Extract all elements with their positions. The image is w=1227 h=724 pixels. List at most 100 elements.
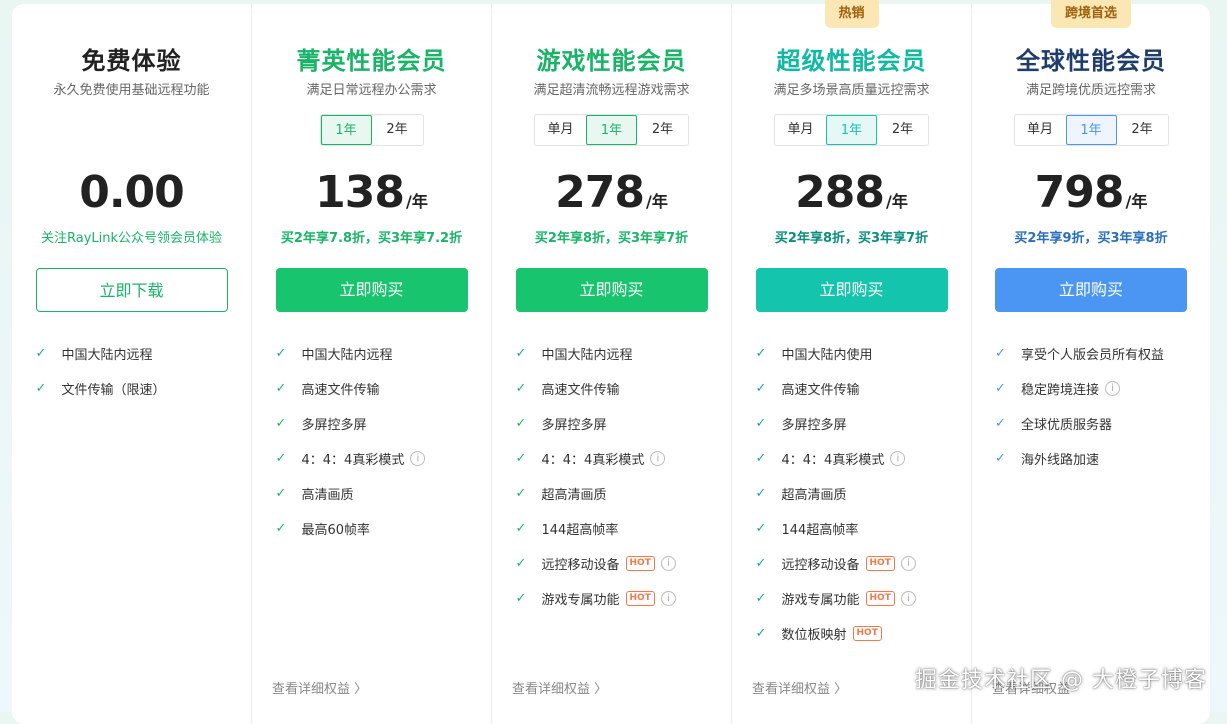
hot-badge: HOT	[865, 556, 895, 571]
plan-price: 798	[1034, 167, 1125, 218]
info-icon[interactable]: i	[650, 451, 666, 466]
plan-title: 免费体验	[81, 47, 182, 75]
view-details-link[interactable]: 查看详细权益 〉	[512, 678, 607, 697]
download-button[interactable]: 立即下载	[35, 268, 228, 312]
billing-period-tabs: 单月 1年 2年	[1013, 114, 1169, 146]
billing-tab[interactable]: 单月	[775, 115, 826, 145]
hot-badge: HOT	[852, 626, 882, 641]
check-icon: ✓	[755, 626, 767, 641]
billing-tab[interactable]: 2年	[637, 115, 688, 145]
plan-title: 全球性能会员	[1016, 47, 1166, 75]
check-icon: ✓	[755, 416, 767, 431]
billing-tab[interactable]: 1年	[1065, 115, 1117, 145]
check-icon: ✓	[515, 521, 527, 536]
watermark: 掘金技术社区 @ 大橙子博客	[915, 668, 1207, 693]
price-unit: /年	[406, 192, 428, 211]
feature-label: 文件传输（限速）	[61, 383, 166, 398]
feature-list: ✓ 中国大陆内远程 ✓ 高速文件传输 ✓ 多屏控多屏 ✓ 4：4：4真彩模式 i ✓ 高清画质 ✓ 最高…	[276, 336, 468, 546]
check-icon: ✓	[755, 486, 767, 501]
check-icon: ✓	[515, 451, 527, 466]
feature-label: 中国大陆内远程	[541, 348, 633, 363]
feature-list: ✓ 中国大陆内使用 ✓ 高速文件传输 ✓ 多屏控多屏 ✓ 4：4：4真彩模式 i ✓ 超高清画质 ✓ 1…	[756, 336, 948, 651]
check-icon: ✓	[275, 521, 287, 536]
check-icon: ✓	[755, 346, 767, 361]
billing-period-tabs: 单月 1年 2年	[534, 114, 689, 146]
check-icon: ✓	[515, 591, 527, 606]
feature-label: 数位板映射	[781, 628, 847, 643]
price-unit: /年	[646, 192, 668, 211]
feature-item: ✓ 144超高帧率	[756, 511, 948, 546]
plan-column: 跨境首选 全球性能会员 满足跨境优质远控需求 单月 1年 2年 798/年 买2年享9折，买3…	[972, 0, 1210, 724]
check-icon: ✓	[35, 346, 47, 361]
feature-label: 4：4：4真彩模式	[781, 453, 885, 468]
feature-label: 高速文件传输	[781, 383, 860, 398]
info-icon[interactable]: i	[890, 451, 906, 466]
plan-title: 菁英性能会员	[296, 47, 447, 75]
billing-tab[interactable]: 单月	[1015, 115, 1066, 145]
check-icon: ✓	[995, 451, 1006, 466]
billing-tab[interactable]: 2年	[1117, 115, 1168, 145]
check-icon: ✓	[995, 346, 1006, 361]
plan-title: 超级性能会员	[776, 47, 927, 75]
info-icon[interactable]: i	[1105, 381, 1121, 396]
check-icon: ✓	[755, 556, 767, 571]
buy-button[interactable]: 立即购买	[755, 268, 948, 312]
buy-button[interactable]: 立即购买	[275, 268, 468, 312]
check-icon: ✓	[515, 416, 527, 431]
feature-item: ✓ 海外线路加速	[995, 441, 1187, 476]
billing-tab[interactable]: 1年	[586, 115, 637, 145]
view-details-link[interactable]: 查看详细权益 〉	[272, 678, 367, 697]
billing-tab[interactable]: 1年	[826, 115, 877, 145]
feature-label: 超高清画质	[781, 488, 847, 503]
feature-label: 远控移动设备	[781, 558, 860, 573]
feature-label: 全球优质服务器	[1021, 418, 1113, 433]
feature-item: ✓ 最高60帧率	[276, 511, 468, 546]
feature-label: 超高清画质	[541, 488, 607, 503]
feature-item: ✓ 多屏控多屏	[276, 406, 468, 441]
billing-tab[interactable]: 1年	[320, 115, 372, 145]
feature-item: ✓ 超高清画质	[756, 476, 948, 511]
feature-item: ✓ 游戏专属功能 HOT i	[756, 581, 948, 616]
info-icon[interactable]: i	[900, 591, 916, 606]
pricing-panel: 免费体验 永久免费使用基础远程功能 0.00 关注RayLink公众号领会员体验 立即下…	[12, 0, 1210, 724]
feature-item: ✓ 中国大陆内远程	[516, 336, 708, 371]
info-icon[interactable]: i	[410, 451, 426, 466]
check-icon: ✓	[515, 486, 527, 501]
check-icon: ✓	[995, 381, 1006, 396]
price-row: 798/年	[1035, 168, 1148, 218]
plan-column: 免费体验 永久免费使用基础远程功能 0.00 关注RayLink公众号领会员体验 立即下…	[12, 4, 252, 724]
billing-tab[interactable]: 单月	[535, 115, 586, 145]
info-icon[interactable]: i	[660, 556, 676, 571]
plan-subtitle: 满足多场景高质量远控需求	[773, 83, 930, 98]
price-unit: /年	[1125, 192, 1148, 211]
check-icon: ✓	[515, 556, 527, 571]
billing-period-tabs: 单月 1年 2年	[774, 114, 929, 146]
check-icon: ✓	[515, 381, 527, 396]
buy-button[interactable]: 立即购买	[515, 268, 708, 312]
check-icon: ✓	[515, 346, 527, 361]
feature-label: 游戏专属功能	[541, 593, 620, 608]
feature-label: 中国大陆内远程	[301, 348, 393, 363]
feature-item: ✓ 高速文件传输	[276, 371, 468, 406]
buy-button[interactable]: 立即购买	[995, 268, 1187, 312]
check-icon: ✓	[275, 451, 287, 466]
check-icon: ✓	[275, 416, 287, 431]
feature-item: ✓ 文件传输（限速）	[36, 371, 228, 406]
plan-column: 游戏性能会员 满足超清流畅远程游戏需求 单月 1年 2年 278/年 买2年享8折，买3年享…	[492, 4, 732, 724]
check-icon: ✓	[755, 381, 767, 396]
feature-label: 高速文件传输	[301, 383, 380, 398]
check-icon: ✓	[755, 521, 767, 536]
billing-tab[interactable]: 2年	[372, 115, 423, 145]
price-row: 138/年	[315, 168, 428, 218]
plan-price: 278	[555, 167, 645, 218]
feature-item: ✓ 超高清画质	[516, 476, 708, 511]
billing-tab[interactable]: 2年	[877, 115, 928, 145]
plan-subtitle: 满足日常远程办公需求	[306, 83, 437, 98]
plan-promo: 买2年享8折，买3年享7折	[534, 231, 689, 246]
feature-item: ✓ 远控移动设备 HOT i	[756, 546, 948, 581]
hot-badge: HOT	[865, 591, 895, 606]
info-icon[interactable]: i	[660, 591, 676, 606]
view-details-link[interactable]: 查看详细权益 〉	[752, 678, 847, 697]
feature-item: ✓ 多屏控多屏	[756, 406, 948, 441]
info-icon[interactable]: i	[900, 556, 916, 571]
